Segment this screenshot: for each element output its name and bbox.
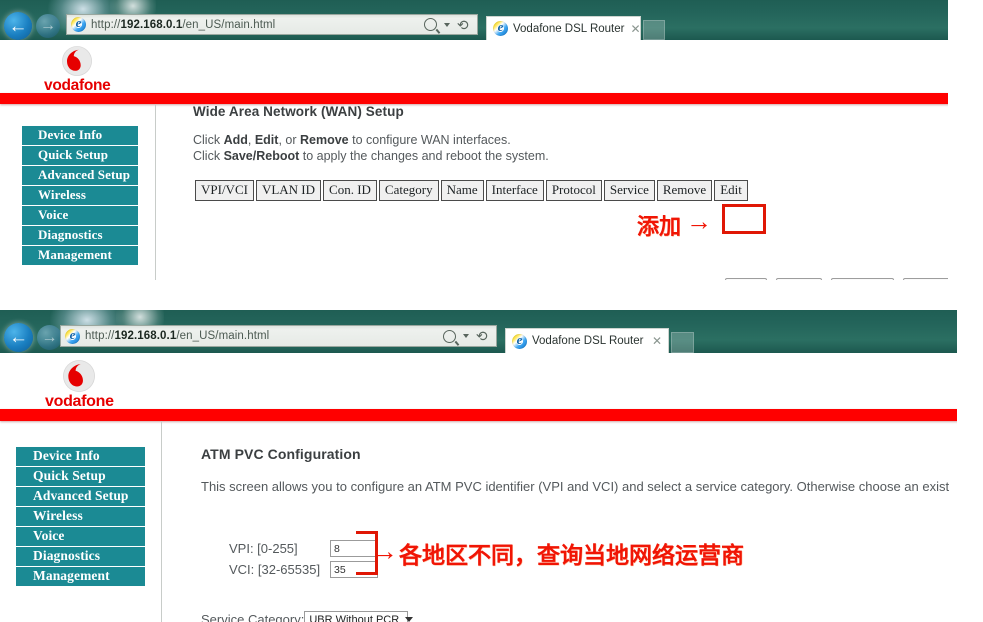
internet-explorer-icon	[493, 19, 508, 36]
vodafone-logo: vodafone	[45, 360, 114, 411]
annotation-add-arrow: →	[686, 206, 712, 236]
service-category-value: UBR Without PCR	[309, 613, 400, 622]
service-category-label: Service Category:	[201, 612, 305, 622]
sidebar-item-quick-setup[interactable]: Quick Setup	[22, 146, 138, 165]
internet-explorer-icon	[65, 327, 80, 344]
annotation-add-label: 添加	[637, 215, 682, 240]
sidebar-menu: Device Info Quick Setup Advanced Setup W…	[16, 447, 145, 587]
address-bar-url: http://192.168.0.1/en_US/main.html	[85, 330, 270, 342]
annotation-pvc-label: 各地区不同，查询当地网络运营商	[399, 543, 744, 569]
back-button[interactable]: ←	[4, 12, 32, 40]
col-service: Service	[603, 180, 655, 201]
internet-explorer-icon	[71, 15, 86, 32]
remove-button[interactable]: Remove	[831, 278, 895, 280]
vpi-label: VPI: [0-255]	[229, 541, 298, 556]
wan-button-row: Add Back Remove Save/Reboot	[725, 278, 948, 280]
sidebar-menu: Device Info Quick Setup Advanced Setup W…	[22, 126, 138, 266]
col-vlan-id: VLAN ID	[255, 180, 322, 201]
new-tab-button[interactable]	[643, 20, 665, 40]
forward-arrow-icon: →	[41, 328, 58, 346]
add-button-highlight	[722, 204, 766, 234]
sidebar-item-device-info[interactable]: Device Info	[16, 447, 145, 466]
wan-instruction-line-2: Click Save/Reboot to apply the changes a…	[193, 148, 549, 163]
col-vpi-vci: VPI/VCI	[195, 180, 254, 201]
sidebar-item-advanced-setup[interactable]: Advanced Setup	[22, 166, 138, 185]
chevron-down-icon[interactable]	[463, 334, 470, 338]
sidebar-item-quick-setup[interactable]: Quick Setup	[16, 467, 145, 486]
brand-accent-bar	[0, 93, 948, 104]
sidebar-item-voice[interactable]: Voice	[16, 527, 145, 546]
add-button[interactable]: Add	[725, 278, 767, 280]
wan-content: Wide Area Network (WAN) Setup Click Add,…	[193, 104, 750, 203]
sidebar-item-wireless[interactable]: Wireless	[16, 507, 145, 526]
back-button-wan[interactable]: Back	[775, 278, 823, 280]
brand-header-top: vodafone	[0, 40, 948, 95]
service-category-select[interactable]: UBR Without PCR	[304, 611, 414, 622]
wan-instruction-line-1: Click Add, Edit, or Remove to configure …	[193, 133, 511, 147]
vodafone-logo: vodafone	[44, 46, 111, 95]
back-button[interactable]: ←	[4, 323, 33, 352]
page-title: ATM PVC Configuration	[201, 446, 361, 462]
vodafone-speechmark-icon	[63, 360, 96, 392]
sidebar-item-management[interactable]: Management	[22, 246, 138, 265]
brand-header-bottom: vodafone	[0, 353, 957, 411]
vodafone-speechmark-icon	[62, 46, 93, 76]
save-reboot-button[interactable]: Save/Reboot	[903, 278, 948, 280]
col-remove: Remove	[656, 180, 713, 201]
address-bar-url: http://192.168.0.1/en_US/main.html	[91, 18, 276, 31]
browser-tab-label: Vodafone DSL Router	[513, 22, 625, 35]
internet-explorer-icon	[512, 332, 527, 349]
address-bar-controls: ⟳	[443, 328, 492, 344]
forward-button[interactable]: →	[37, 325, 62, 350]
browser-tab-label: Vodafone DSL Router	[532, 335, 644, 347]
sidebar-item-device-info[interactable]: Device Info	[22, 126, 138, 145]
close-icon[interactable]: ✕	[646, 335, 662, 347]
router-page-pvc: vodafone Device Info Quick Setup Advance…	[0, 353, 957, 622]
chevron-down-icon[interactable]	[444, 22, 451, 27]
search-icon[interactable]	[443, 329, 457, 343]
table-header-row: VPI/VCI VLAN ID Con. ID Category Name In…	[195, 180, 748, 201]
sidebar-item-wireless[interactable]: Wireless	[22, 186, 138, 205]
content-divider	[161, 421, 162, 622]
browser-window-bottom: ← → http://192.168.0.1/en_US/main.html ⟳…	[0, 310, 957, 353]
vci-label: VCI: [32-65535]	[229, 562, 321, 577]
chevron-down-icon	[405, 617, 414, 622]
refresh-icon[interactable]: ⟳	[476, 328, 488, 344]
new-tab-button[interactable]	[671, 332, 694, 353]
content-divider	[155, 104, 156, 280]
pvc-description: This screen allows you to configure an A…	[201, 479, 950, 494]
page-title: Wide Area Network (WAN) Setup	[193, 104, 404, 119]
back-arrow-icon: ←	[8, 15, 28, 37]
col-protocol: Protocol	[545, 180, 602, 201]
sidebar-item-advanced-setup[interactable]: Advanced Setup	[16, 487, 145, 506]
col-category: Category	[378, 180, 439, 201]
sidebar-item-voice[interactable]: Voice	[22, 206, 138, 225]
address-bar-controls: ⟳	[424, 17, 473, 33]
col-edit: Edit	[714, 180, 748, 201]
router-page-wan: vodafone Device Info Quick Setup Advance…	[0, 40, 948, 280]
col-name: Name	[440, 180, 484, 201]
annotation-pvc-arrow: →	[371, 536, 398, 566]
col-con-id: Con. ID	[323, 180, 377, 201]
forward-arrow-icon: →	[40, 17, 56, 34]
close-icon[interactable]: ✕	[624, 23, 640, 35]
col-interface: Interface	[485, 180, 544, 201]
address-bar[interactable]: http://192.168.0.1/en_US/main.html ⟳	[60, 325, 497, 347]
forward-button[interactable]: →	[36, 14, 60, 38]
sidebar-item-diagnostics[interactable]: Diagnostics	[22, 226, 138, 245]
address-bar[interactable]: http://192.168.0.1/en_US/main.html ⟳	[66, 14, 478, 35]
browser-tab[interactable]: Vodafone DSL Router ✕	[486, 16, 641, 40]
sidebar-item-management[interactable]: Management	[16, 567, 145, 586]
service-category-row: Service Category: UBR Without PCR	[201, 611, 414, 622]
sidebar-item-diagnostics[interactable]: Diagnostics	[16, 547, 145, 566]
back-arrow-icon: ←	[9, 327, 28, 348]
browser-window-top: ← → http://192.168.0.1/en_US/main.html ⟳…	[0, 0, 948, 40]
brand-accent-bar	[0, 409, 957, 421]
browser-tab[interactable]: Vodafone DSL Router ✕	[505, 328, 669, 353]
wan-interfaces-table: VPI/VCI VLAN ID Con. ID Category Name In…	[193, 178, 750, 203]
refresh-icon[interactable]: ⟳	[457, 17, 469, 33]
search-icon[interactable]	[424, 18, 438, 31]
pvc-content: ATM PVC Configuration This screen allows…	[201, 446, 949, 495]
